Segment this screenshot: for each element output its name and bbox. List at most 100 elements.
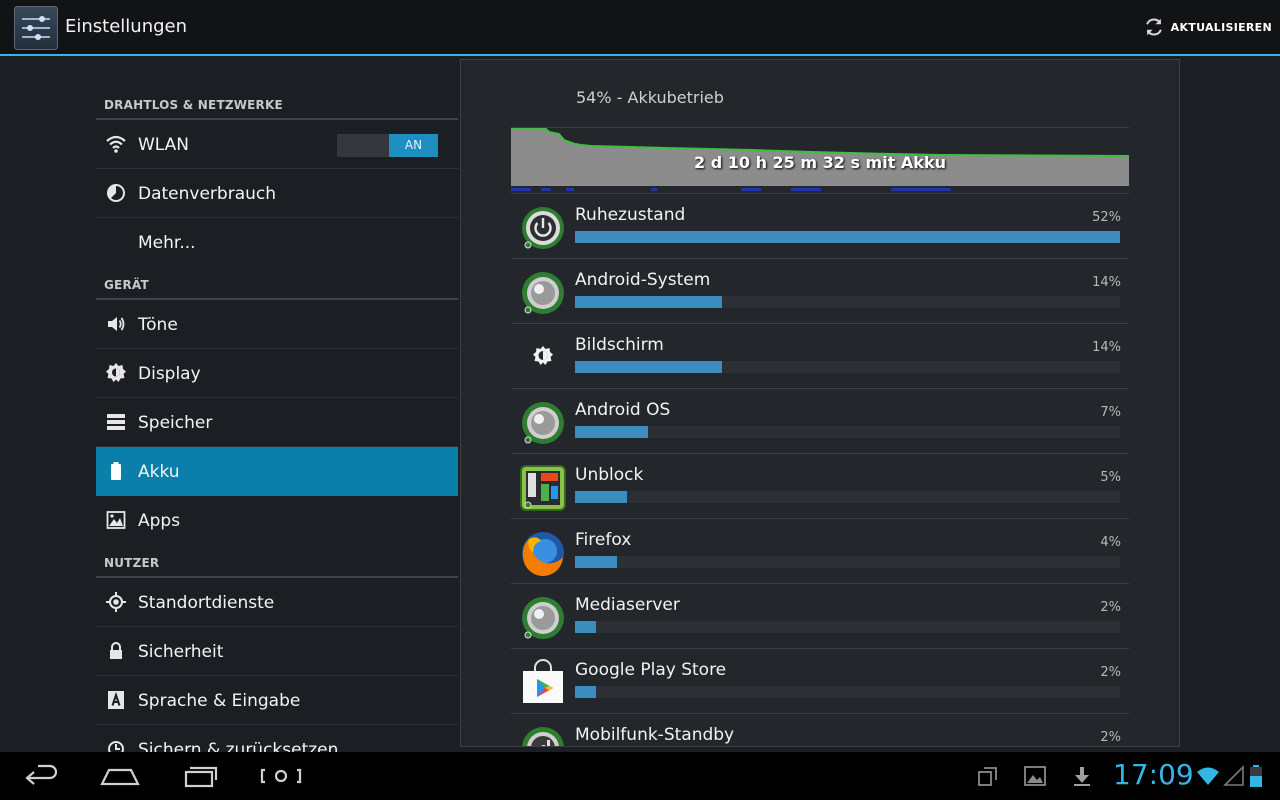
settings-list: DRAHTLOS & NETZWERKE WLAN AN Datenverbra… [96,56,458,752]
usage-bar [575,556,617,568]
sidebar-item-label: Apps [138,511,181,531]
gallery-notification-icon[interactable] [1023,764,1047,788]
play-store-icon [519,659,567,707]
wlan-toggle[interactable]: AN [337,134,438,157]
firefox-icon [519,529,567,577]
sidebar-item-language-input[interactable]: Sprache & Eingabe [96,676,458,725]
speaker-icon [106,314,126,334]
battery-entry[interactable]: Google Play Store 2% [511,648,1129,714]
battery-entry[interactable]: Mobilfunk-Standby 2% [511,713,1129,746]
entry-percent: 14% [1092,340,1121,355]
usage-bar [575,491,628,503]
battery-entry[interactable]: Mediaserver 2% [511,583,1129,649]
entry-name: Bildschirm [575,335,664,355]
entry-name: Google Play Store [575,660,727,680]
usage-bar-track [575,686,1120,698]
entry-percent: 14% [1092,275,1121,290]
battery-status-text[interactable]: 54% - Akkubetrieb [576,88,724,107]
power-icon [519,204,567,252]
unblock-app-icon [519,464,567,512]
battery-entry[interactable]: Bildschirm 14% [511,323,1129,389]
wlan-toggle-on-label: AN [389,134,438,157]
data-usage-icon [106,183,126,203]
sidebar-item-label: Sprache & Eingabe [138,691,301,711]
battery-entry[interactable]: Ruhezustand 52% [511,193,1129,259]
wifi-icon [106,134,126,154]
screenshot-button[interactable] [257,760,305,792]
sidebar-item-label: Speicher [138,413,213,433]
entry-percent: 2% [1100,600,1121,615]
back-icon [25,764,58,785]
sidebar-item-label: Standortdienste [138,593,275,613]
usage-bar-track [575,491,1120,503]
sidebar-item-apps[interactable]: Apps [96,496,458,545]
page-title: Einstellungen [65,16,188,37]
usage-bar-track [575,621,1120,633]
entry-percent: 4% [1100,535,1121,550]
usage-bar [575,361,722,373]
home-button[interactable] [96,760,144,792]
back-button[interactable] [16,760,64,792]
recent-apps-button[interactable] [176,760,224,792]
entry-name: Ruhezustand [575,205,686,225]
sidebar-item-wlan[interactable]: WLAN AN [96,120,458,169]
brightness-icon [106,363,126,383]
cell-standby-icon [519,724,567,746]
screenshot-icon [260,768,302,784]
sidebar-item-label: Mehr... [138,233,196,253]
refresh-label: AKTUALISIEREN [1170,20,1272,34]
sidebar-item-label: Sicherheit [138,642,224,662]
backup-icon [106,739,126,752]
entry-percent: 5% [1100,470,1121,485]
home-icon [100,768,140,786]
sidebar-item-label: Display [138,364,201,384]
usage-bar-track [575,361,1120,373]
sidebar-item-storage[interactable]: Speicher [96,398,458,447]
recent-apps-icon [184,766,218,788]
download-notification-icon[interactable] [1070,764,1094,788]
entry-percent: 7% [1100,405,1121,420]
sidebar-item-battery[interactable]: Akku [96,447,458,496]
entry-name: Android-System [575,270,711,290]
sidebar-item-display[interactable]: Display [96,349,458,398]
battery-entry[interactable]: Unblock 5% [511,453,1129,519]
section-header-user: NUTZER [96,548,458,578]
usage-bar [575,621,596,633]
refresh-button[interactable]: AKTUALISIEREN [1143,14,1272,40]
battery-history-graph[interactable]: 2 d 10 h 25 m 32 s mit Akku [511,127,1129,192]
entry-name: Android OS [575,400,671,420]
sidebar-item-more[interactable]: Mehr... [96,218,458,267]
battery-entry[interactable]: Android OS 7% [511,388,1129,454]
battery-entry[interactable]: Firefox 4% [511,518,1129,584]
mediaserver-icon [519,594,567,642]
sidebar-item-backup-reset[interactable]: Sichern & zurücksetzen [96,725,458,752]
keyboard-icon [106,690,126,710]
multi-window-icon[interactable] [976,764,1000,788]
sidebar-item-sounds[interactable]: Töne [96,300,458,349]
usage-bar-track [575,556,1120,568]
location-icon [106,592,126,612]
battery-status-icon [1244,764,1268,788]
sidebar-item-security[interactable]: Sicherheit [96,627,458,676]
section-header-device: GERÄT [96,270,458,300]
usage-bar-track [575,296,1120,308]
usage-bar [575,296,722,308]
entry-name: Mobilfunk-Standby [575,725,735,745]
action-bar: Einstellungen AKTUALISIEREN [0,0,1280,56]
sidebar-item-label: Datenverbrauch [138,184,277,204]
entry-name: Firefox [575,530,632,550]
battery-entry[interactable]: Android-System 14% [511,258,1129,324]
usage-bar [575,426,649,438]
usage-bar [575,686,596,698]
sidebar-item-label: Sichern & zurücksetzen [138,740,339,752]
section-header-wireless: DRAHTLOS & NETZWERKE [96,90,458,120]
refresh-icon [1145,18,1162,36]
sidebar-item-label: WLAN [138,135,190,155]
sidebar-item-label: Akku [138,462,180,482]
settings-app-icon[interactable] [14,6,58,50]
entry-name: Mediaserver [575,595,680,615]
sidebar-item-data-usage[interactable]: Datenverbrauch [96,169,458,218]
sidebar-item-label: Töne [138,315,178,335]
sidebar-item-location[interactable]: Standortdienste [96,578,458,627]
status-clock[interactable]: 17:09 [1113,758,1194,791]
